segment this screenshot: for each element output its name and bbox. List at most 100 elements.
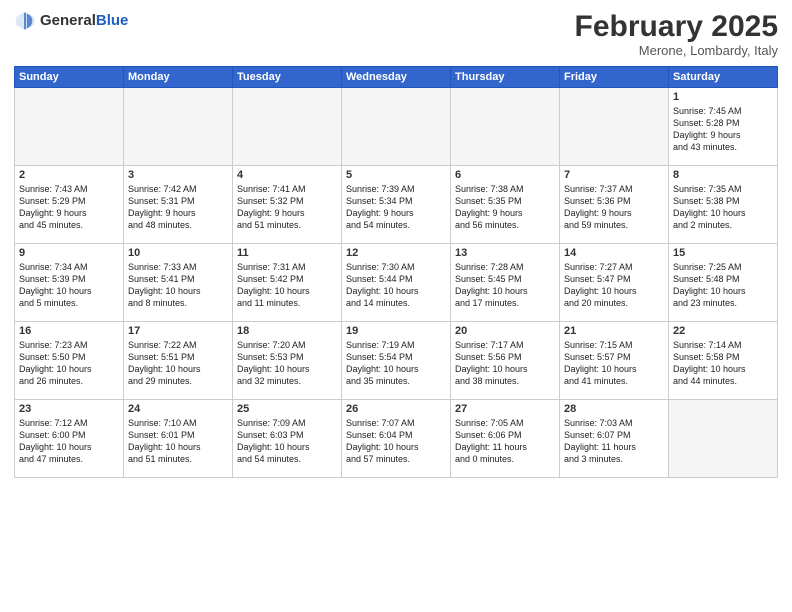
day-info: Sunrise: 7:28 AM Sunset: 5:45 PM Dayligh… xyxy=(455,261,555,310)
day-number: 28 xyxy=(564,403,664,415)
day-number: 17 xyxy=(128,325,228,337)
day-number: 13 xyxy=(455,247,555,259)
day-info: Sunrise: 7:03 AM Sunset: 6:07 PM Dayligh… xyxy=(564,417,664,466)
day-number: 5 xyxy=(346,169,446,181)
day-cell: 23 Sunrise: 7:12 AM Sunset: 6:00 PM Dayli… xyxy=(15,400,124,478)
day-cell: 1Sunrise: 7:45 AM Sunset: 5:28 PM Daylig… xyxy=(669,88,778,166)
day-cell: 6 Sunrise: 7:38 AM Sunset: 5:35 PM Daylig… xyxy=(451,166,560,244)
month-title: February 2025 xyxy=(575,10,778,43)
weekday-monday: Monday xyxy=(124,67,233,88)
week-row-2: 9 Sunrise: 7:34 AM Sunset: 5:39 PM Daylig… xyxy=(15,244,778,322)
weekday-sunday: Sunday xyxy=(15,67,124,88)
day-cell: 3 Sunrise: 7:42 AM Sunset: 5:31 PM Daylig… xyxy=(124,166,233,244)
day-number: 6 xyxy=(455,169,555,181)
day-cell xyxy=(124,88,233,166)
day-cell: 19 Sunrise: 7:19 AM Sunset: 5:54 PM Dayli… xyxy=(342,322,451,400)
day-number: 14 xyxy=(564,247,664,259)
day-info: Sunrise: 7:38 AM Sunset: 5:35 PM Dayligh… xyxy=(455,183,555,232)
day-info: Sunrise: 7:39 AM Sunset: 5:34 PM Dayligh… xyxy=(346,183,446,232)
day-cell: 18Sunrise: 7:20 AM Sunset: 5:53 PM Dayli… xyxy=(233,322,342,400)
location: Merone, Lombardy, Italy xyxy=(575,43,778,58)
day-cell: 16 Sunrise: 7:23 AM Sunset: 5:50 PM Dayli… xyxy=(15,322,124,400)
logo-icon xyxy=(14,10,36,32)
day-info: Sunrise: 7:43 AM Sunset: 5:29 PM Dayligh… xyxy=(19,183,119,232)
day-number: 11 xyxy=(237,247,337,259)
day-cell: 27 Sunrise: 7:05 AM Sunset: 6:06 PM Dayli… xyxy=(451,400,560,478)
day-cell: 8Sunrise: 7:35 AM Sunset: 5:38 PM Daylig… xyxy=(669,166,778,244)
day-cell: 21 Sunrise: 7:15 AM Sunset: 5:57 PM Dayli… xyxy=(560,322,669,400)
week-row-3: 16 Sunrise: 7:23 AM Sunset: 5:50 PM Dayli… xyxy=(15,322,778,400)
day-cell xyxy=(669,400,778,478)
day-info: Sunrise: 7:12 AM Sunset: 6:00 PM Dayligh… xyxy=(19,417,119,466)
day-number: 1 xyxy=(673,91,773,103)
day-cell xyxy=(233,88,342,166)
logo: GeneralBlue xyxy=(14,10,128,32)
day-cell: 13 Sunrise: 7:28 AM Sunset: 5:45 PM Dayli… xyxy=(451,244,560,322)
day-info: Sunrise: 7:05 AM Sunset: 6:06 PM Dayligh… xyxy=(455,417,555,466)
logo-blue: Blue xyxy=(96,12,129,29)
day-cell: 7Sunrise: 7:37 AM Sunset: 5:36 PM Daylig… xyxy=(560,166,669,244)
day-number: 21 xyxy=(564,325,664,337)
logo-general: General xyxy=(40,12,96,29)
page: GeneralBlue February 2025 Merone, Lombar… xyxy=(0,0,792,612)
day-number: 23 xyxy=(19,403,119,415)
week-row-1: 2 Sunrise: 7:43 AM Sunset: 5:29 PM Daylig… xyxy=(15,166,778,244)
day-info: Sunrise: 7:41 AM Sunset: 5:32 PM Dayligh… xyxy=(237,183,337,232)
day-cell xyxy=(560,88,669,166)
week-row-4: 23 Sunrise: 7:12 AM Sunset: 6:00 PM Dayli… xyxy=(15,400,778,478)
day-cell xyxy=(342,88,451,166)
day-number: 10 xyxy=(128,247,228,259)
weekday-header-row: SundayMondayTuesdayWednesdayThursdayFrid… xyxy=(15,67,778,88)
calendar-table: SundayMondayTuesdayWednesdayThursdayFrid… xyxy=(14,66,778,478)
day-info: Sunrise: 7:33 AM Sunset: 5:41 PM Dayligh… xyxy=(128,261,228,310)
day-cell: 14Sunrise: 7:27 AM Sunset: 5:47 PM Dayli… xyxy=(560,244,669,322)
day-number: 12 xyxy=(346,247,446,259)
week-row-0: 1Sunrise: 7:45 AM Sunset: 5:28 PM Daylig… xyxy=(15,88,778,166)
day-info: Sunrise: 7:15 AM Sunset: 5:57 PM Dayligh… xyxy=(564,339,664,388)
day-number: 2 xyxy=(19,169,119,181)
day-number: 26 xyxy=(346,403,446,415)
day-number: 24 xyxy=(128,403,228,415)
day-info: Sunrise: 7:19 AM Sunset: 5:54 PM Dayligh… xyxy=(346,339,446,388)
day-cell: 20 Sunrise: 7:17 AM Sunset: 5:56 PM Dayli… xyxy=(451,322,560,400)
day-info: Sunrise: 7:42 AM Sunset: 5:31 PM Dayligh… xyxy=(128,183,228,232)
day-cell: 9 Sunrise: 7:34 AM Sunset: 5:39 PM Daylig… xyxy=(15,244,124,322)
day-cell: 26Sunrise: 7:07 AM Sunset: 6:04 PM Dayli… xyxy=(342,400,451,478)
day-cell: 24 Sunrise: 7:10 AM Sunset: 6:01 PM Dayli… xyxy=(124,400,233,478)
day-number: 16 xyxy=(19,325,119,337)
logo-text: GeneralBlue xyxy=(40,13,128,30)
day-cell: 4Sunrise: 7:41 AM Sunset: 5:32 PM Daylig… xyxy=(233,166,342,244)
title-block: February 2025 Merone, Lombardy, Italy xyxy=(575,10,778,58)
day-number: 19 xyxy=(346,325,446,337)
day-info: Sunrise: 7:37 AM Sunset: 5:36 PM Dayligh… xyxy=(564,183,664,232)
day-number: 27 xyxy=(455,403,555,415)
day-cell: 17Sunrise: 7:22 AM Sunset: 5:51 PM Dayli… xyxy=(124,322,233,400)
day-cell: 22Sunrise: 7:14 AM Sunset: 5:58 PM Dayli… xyxy=(669,322,778,400)
day-cell: 25 Sunrise: 7:09 AM Sunset: 6:03 PM Dayli… xyxy=(233,400,342,478)
day-info: Sunrise: 7:10 AM Sunset: 6:01 PM Dayligh… xyxy=(128,417,228,466)
day-number: 20 xyxy=(455,325,555,337)
day-number: 3 xyxy=(128,169,228,181)
day-info: Sunrise: 7:25 AM Sunset: 5:48 PM Dayligh… xyxy=(673,261,773,310)
day-info: Sunrise: 7:17 AM Sunset: 5:56 PM Dayligh… xyxy=(455,339,555,388)
weekday-saturday: Saturday xyxy=(669,67,778,88)
day-number: 8 xyxy=(673,169,773,181)
day-info: Sunrise: 7:23 AM Sunset: 5:50 PM Dayligh… xyxy=(19,339,119,388)
day-number: 25 xyxy=(237,403,337,415)
day-number: 22 xyxy=(673,325,773,337)
day-cell: 15 Sunrise: 7:25 AM Sunset: 5:48 PM Dayli… xyxy=(669,244,778,322)
day-info: Sunrise: 7:30 AM Sunset: 5:44 PM Dayligh… xyxy=(346,261,446,310)
day-info: Sunrise: 7:31 AM Sunset: 5:42 PM Dayligh… xyxy=(237,261,337,310)
day-cell: 10 Sunrise: 7:33 AM Sunset: 5:41 PM Dayli… xyxy=(124,244,233,322)
day-cell: 28 Sunrise: 7:03 AM Sunset: 6:07 PM Dayli… xyxy=(560,400,669,478)
weekday-wednesday: Wednesday xyxy=(342,67,451,88)
day-info: Sunrise: 7:09 AM Sunset: 6:03 PM Dayligh… xyxy=(237,417,337,466)
day-info: Sunrise: 7:20 AM Sunset: 5:53 PM Dayligh… xyxy=(237,339,337,388)
weekday-thursday: Thursday xyxy=(451,67,560,88)
day-number: 9 xyxy=(19,247,119,259)
day-cell: 11 Sunrise: 7:31 AM Sunset: 5:42 PM Dayli… xyxy=(233,244,342,322)
day-cell: 12 Sunrise: 7:30 AM Sunset: 5:44 PM Dayli… xyxy=(342,244,451,322)
day-info: Sunrise: 7:34 AM Sunset: 5:39 PM Dayligh… xyxy=(19,261,119,310)
day-number: 15 xyxy=(673,247,773,259)
header: GeneralBlue February 2025 Merone, Lombar… xyxy=(14,10,778,58)
